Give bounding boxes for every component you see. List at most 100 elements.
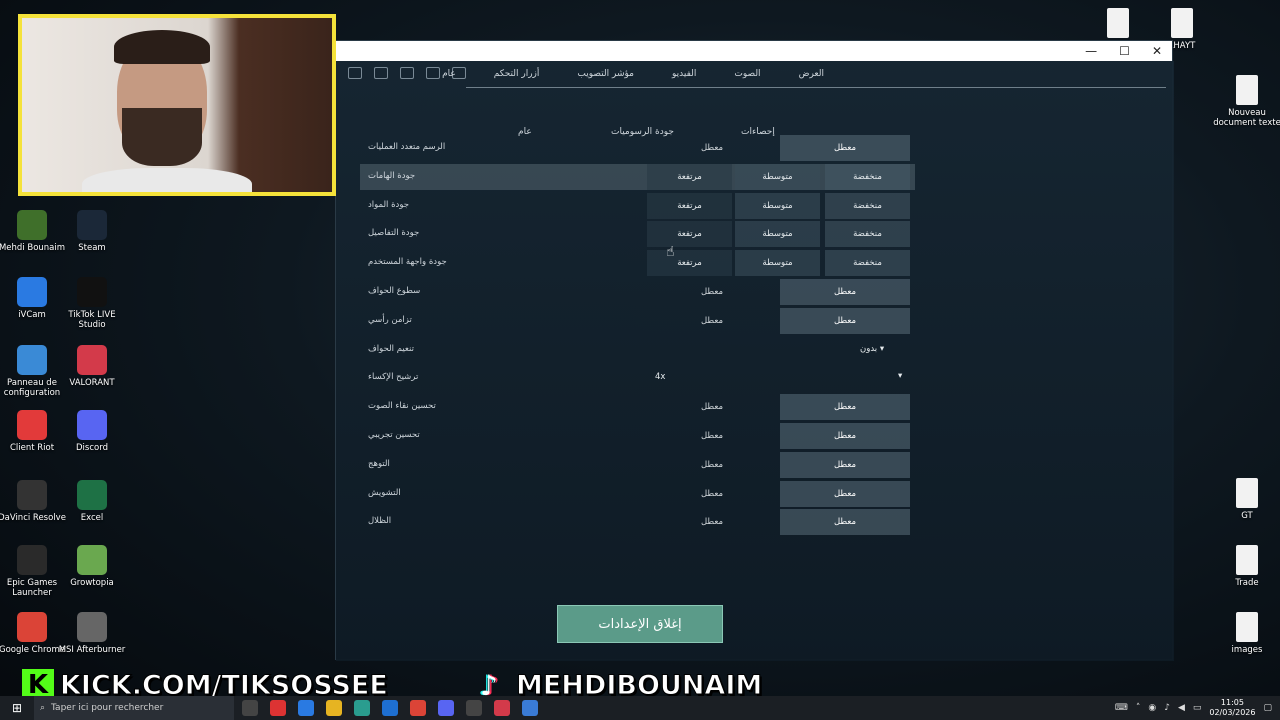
setting-label: جودة التفاصيل bbox=[368, 228, 420, 239]
quality-option[interactable]: مرتفعة bbox=[647, 163, 732, 190]
toggle-option[interactable]: معطل bbox=[647, 308, 777, 334]
app-icon[interactable] bbox=[466, 700, 482, 716]
valorant-icon[interactable] bbox=[494, 700, 510, 716]
discord-icon[interactable] bbox=[438, 700, 454, 716]
desktop-icon[interactable]: Growtopia bbox=[57, 545, 127, 588]
desktop-icon[interactable]: Nouveau document texte bbox=[1212, 75, 1280, 128]
tool-icon[interactable] bbox=[348, 67, 362, 79]
desktop-icon[interactable]: images bbox=[1212, 612, 1280, 655]
toggle-option-selected[interactable]: معطل bbox=[780, 480, 910, 507]
quality-option[interactable]: متوسطة bbox=[735, 250, 820, 277]
app-icon bbox=[77, 545, 107, 575]
keyboard-icon[interactable]: ⌨ bbox=[1115, 703, 1128, 713]
settings-row: جودة التفاصيل مرتفعة متوسطة منخفضة bbox=[360, 221, 915, 248]
setting-label: جودة المواد bbox=[368, 199, 409, 210]
flag-icon[interactable] bbox=[426, 67, 440, 79]
webcam-overlay bbox=[18, 14, 336, 196]
toggle-option-selected[interactable]: معطل bbox=[780, 135, 910, 161]
settings-tab[interactable]: عام bbox=[442, 69, 456, 79]
desktop-icon-label: Excel bbox=[80, 513, 104, 523]
settings-row: جودة الهامات مرتفعة متوسطة منخفضة bbox=[360, 163, 915, 190]
quality-option[interactable]: مرتفعة bbox=[647, 250, 732, 277]
setting-label: الرسم متعدد العمليات bbox=[368, 142, 446, 152]
desktop-icon[interactable]: Discord bbox=[57, 410, 127, 453]
quality-option[interactable]: منخفضة bbox=[825, 163, 910, 190]
file-explorer-icon[interactable] bbox=[326, 700, 342, 716]
toggle-option[interactable]: معطل bbox=[647, 481, 777, 507]
filter-icon[interactable] bbox=[374, 67, 388, 79]
app-icon bbox=[17, 480, 47, 510]
settings-tab[interactable]: الصوت bbox=[734, 69, 760, 79]
minimize-icon[interactable]: — bbox=[1085, 44, 1097, 58]
toggle-option[interactable]: معطل bbox=[647, 509, 777, 535]
maximize-icon[interactable]: ☐ bbox=[1119, 44, 1130, 58]
close-icon[interactable]: ✕ bbox=[1152, 44, 1162, 58]
battery-icon[interactable]: ▭ bbox=[1193, 703, 1202, 713]
quality-option[interactable]: مرتفعة bbox=[647, 192, 732, 219]
toggle-option-selected[interactable]: معطل bbox=[780, 307, 910, 334]
desktop-icon[interactable]: MSI Afterburner bbox=[57, 612, 127, 655]
clock[interactable]: 11:05 02/03/2026 bbox=[1209, 698, 1255, 718]
desktop-icon-label: Trade bbox=[1235, 578, 1259, 588]
toggle-option[interactable]: معطل bbox=[647, 279, 777, 305]
setting-label: التوهج bbox=[368, 458, 390, 469]
notifications-icon[interactable]: ▢ bbox=[1263, 703, 1272, 713]
toggle-option[interactable]: معطل bbox=[647, 394, 777, 420]
toggle-option-selected[interactable]: معطل bbox=[780, 451, 910, 478]
toggle-option-selected[interactable]: معطل bbox=[780, 394, 910, 421]
desktop-icon[interactable]: TikTok LIVE Studio bbox=[57, 277, 127, 330]
quality-option[interactable]: مرتفعة bbox=[647, 221, 732, 248]
taskbar-search[interactable]: ⌕ Taper ici pour rechercher bbox=[34, 696, 234, 720]
edge-icon[interactable] bbox=[298, 700, 314, 716]
toggle-option[interactable]: معطل bbox=[647, 135, 777, 161]
setting-label: تنعيم الحواف bbox=[368, 343, 414, 354]
quality-option[interactable]: متوسطة bbox=[735, 221, 820, 248]
toggle-option-selected[interactable]: معطل bbox=[780, 423, 910, 449]
active-app-icon[interactable] bbox=[522, 700, 538, 716]
quality-option[interactable]: منخفضة bbox=[825, 250, 910, 277]
chrome-icon[interactable] bbox=[410, 700, 426, 716]
quality-option[interactable]: منخفضة bbox=[825, 221, 910, 248]
dropdown-select[interactable]: بدون ▾ bbox=[860, 344, 884, 354]
pin-icon[interactable] bbox=[400, 67, 414, 79]
clock-time: 11:05 bbox=[1220, 698, 1244, 707]
setting-label: ترشيح الإكساء bbox=[368, 372, 419, 383]
settings-tab[interactable]: مؤشر التصويب bbox=[577, 69, 634, 79]
desktop-icon-label: MSI Afterburner bbox=[58, 645, 126, 655]
desktop-icon[interactable]: GT bbox=[1212, 478, 1280, 521]
toggle-option-selected[interactable]: معطل bbox=[780, 509, 910, 536]
toggle-option[interactable]: معطل bbox=[647, 423, 777, 449]
settings-tab[interactable]: الفيديو bbox=[672, 69, 696, 79]
settings-top-tabs: العرض الصوت الفيديو مؤشر التصويب أزرار التحك… bbox=[442, 69, 824, 79]
settings-tab[interactable]: أزرار التحكم bbox=[494, 69, 540, 79]
chevron-up-icon[interactable]: ˄ bbox=[1136, 703, 1141, 713]
toggle-option-selected[interactable]: معطل bbox=[780, 279, 910, 305]
webcam-person-hair bbox=[114, 30, 210, 64]
desktop-icon[interactable]: Trade bbox=[1212, 545, 1280, 588]
file-icon bbox=[1171, 8, 1193, 38]
desktop-icon[interactable]: VALORANT bbox=[57, 345, 127, 388]
window-titlebar: — ☐ ✕ bbox=[336, 41, 1172, 61]
dropdown-select[interactable]: 4x bbox=[655, 372, 665, 382]
task-view-icon[interactable] bbox=[242, 700, 258, 716]
toggle-option[interactable]: معطل bbox=[647, 452, 777, 478]
mic-icon[interactable]: ♪ bbox=[1164, 703, 1170, 713]
app-l-icon[interactable] bbox=[270, 700, 286, 716]
close-settings-button[interactable]: إغلاق الإعدادات bbox=[557, 605, 723, 643]
mouse-cursor-icon: ☝ bbox=[666, 244, 675, 260]
app-icon bbox=[77, 480, 107, 510]
quality-option[interactable]: منخفضة bbox=[825, 192, 910, 219]
quality-option[interactable]: متوسطة bbox=[735, 163, 820, 190]
chevron-down-icon[interactable]: ▾ bbox=[898, 371, 902, 381]
app-icon bbox=[17, 612, 47, 642]
mail-icon[interactable] bbox=[382, 700, 398, 716]
desktop-icon[interactable]: Steam bbox=[57, 210, 127, 253]
settings-tab[interactable]: العرض bbox=[799, 69, 824, 79]
windows-start-icon[interactable]: ⊞ bbox=[0, 701, 34, 715]
store-icon[interactable] bbox=[354, 700, 370, 716]
network-icon[interactable]: ◉ bbox=[1148, 703, 1156, 713]
quality-option[interactable]: متوسطة bbox=[735, 192, 820, 219]
desktop-icon[interactable]: Excel bbox=[57, 480, 127, 523]
speaker-icon[interactable]: ◀ bbox=[1178, 703, 1185, 713]
file-icon bbox=[1107, 8, 1129, 38]
